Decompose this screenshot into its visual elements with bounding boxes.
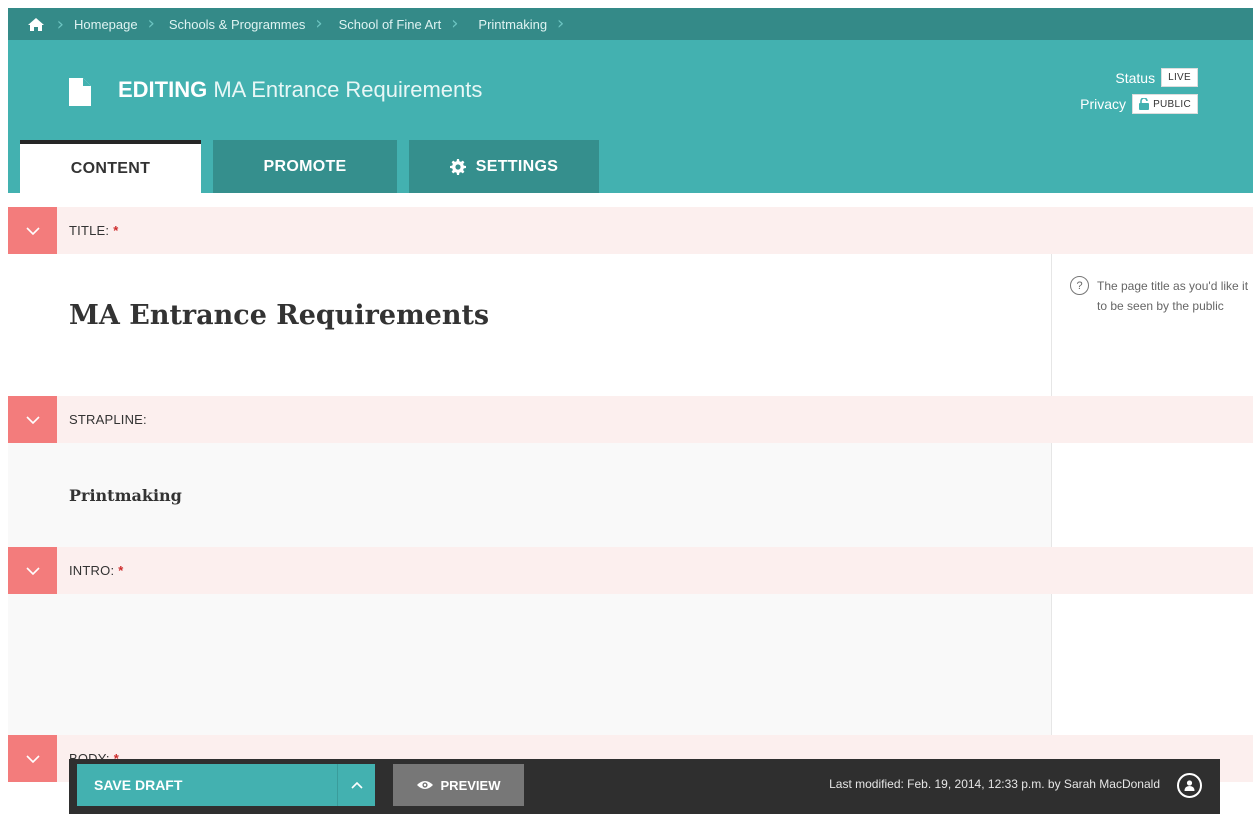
breadcrumb-label: Schools & Programmes [168, 16, 306, 32]
field-title-body: MA Entrance Requirements ? The page titl… [8, 254, 1253, 396]
status-badge[interactable]: LIVE [1161, 68, 1198, 87]
privacy-label: Privacy [1080, 96, 1127, 112]
privacy-value: PUBLIC [1153, 98, 1191, 110]
field-strapline-body: Printmaking [8, 443, 1253, 547]
collapse-toggle[interactable] [8, 207, 57, 254]
page-title: EDITING MA Entrance Requirements [118, 77, 482, 103]
tab-label: PROMOTE [263, 157, 347, 175]
preview-label: PREVIEW [440, 777, 501, 793]
field-help [1051, 594, 1253, 735]
action-bar: SAVE DRAFT PREVIEW Last modified: Feb. 1… [69, 759, 1220, 814]
collapse-toggle[interactable] [8, 547, 57, 594]
title-input[interactable]: MA Entrance Requirements [8, 254, 1051, 396]
home-link[interactable]: › [8, 8, 64, 40]
tab-content[interactable]: CONTENT [20, 140, 201, 193]
collapse-toggle[interactable] [8, 735, 57, 782]
privacy-badge[interactable]: PUBLIC [1132, 94, 1198, 114]
avatar[interactable] [1177, 773, 1202, 798]
breadcrumb-item-printmaking[interactable]: Printmaking › [478, 8, 574, 40]
field-help: ? The page title as you'd like it to be … [1051, 254, 1253, 396]
breadcrumb-item-fine-art[interactable]: School of Fine Art › [339, 8, 469, 40]
field-label: STRAPLINE: [69, 412, 147, 427]
strapline-value: Printmaking [69, 486, 182, 505]
help-icon: ? [1070, 276, 1089, 295]
chevron-down-icon [25, 566, 40, 575]
breadcrumb-item-homepage[interactable]: Homepage › [74, 8, 165, 40]
field-intro-body [8, 594, 1253, 735]
status-value: LIVE [1168, 72, 1191, 83]
breadcrumb-separator: › [315, 13, 323, 34]
collapse-toggle[interactable] [8, 396, 57, 443]
more-actions-toggle[interactable] [337, 764, 375, 806]
editing-prefix: EDITING [118, 77, 208, 102]
editing-title: MA Entrance Requirements [213, 77, 483, 102]
breadcrumb-separator: › [557, 13, 565, 34]
unlock-icon [1139, 98, 1150, 110]
help-text: The page title as you'd like it to be se… [1097, 279, 1249, 313]
tab-label: SETTINGS [475, 157, 559, 175]
breadcrumb-separator: › [451, 13, 459, 34]
preview-button[interactable]: PREVIEW [393, 764, 524, 806]
document-icon [69, 78, 91, 106]
save-draft-button[interactable]: SAVE DRAFT [77, 764, 337, 806]
save-draft-label: SAVE DRAFT [94, 777, 183, 793]
tab-label: CONTENT [70, 159, 151, 177]
field-help [1051, 443, 1253, 547]
strapline-input[interactable]: Printmaking [8, 443, 1051, 547]
status-row: Status LIVE [1115, 68, 1198, 87]
user-icon [1184, 780, 1195, 791]
page-frame: › Homepage › Schools & Programmes › Scho… [8, 8, 1253, 814]
field-label: INTRO: * [69, 563, 124, 578]
breadcrumb-item-schools[interactable]: Schools & Programmes › [169, 8, 333, 40]
breadcrumb-label: Homepage [74, 16, 138, 32]
tab-settings[interactable]: SETTINGS [409, 140, 599, 193]
status-label: Status [1115, 69, 1156, 86]
chevron-down-icon [25, 415, 40, 424]
breadcrumb-separator: › [147, 13, 155, 34]
page-header: EDITING MA Entrance Requirements Status … [8, 40, 1253, 193]
breadcrumb-separator: › [56, 14, 64, 35]
field-title-header: TITLE: * [8, 207, 1253, 254]
field-label: TITLE: * [69, 223, 119, 238]
tab-promote[interactable]: PROMOTE [213, 140, 397, 193]
breadcrumb-label: Printmaking [478, 16, 548, 32]
field-intro-header: INTRO: * [8, 547, 1253, 594]
field-strapline-header: STRAPLINE: [8, 396, 1253, 443]
last-modified-text: Last modified: Feb. 19, 2014, 12:33 p.m.… [829, 777, 1160, 791]
chevron-down-icon [25, 754, 40, 763]
tab-bar: CONTENT PROMOTE SETTINGS [20, 140, 599, 193]
gear-icon [449, 158, 466, 175]
home-icon [28, 17, 44, 31]
intro-input[interactable] [8, 594, 1051, 735]
chevron-down-icon [25, 226, 40, 235]
privacy-row: Privacy PUBLIC [1080, 94, 1198, 114]
eye-icon [416, 781, 433, 789]
breadcrumb-label: School of Fine Art [338, 16, 442, 32]
title-value: MA Entrance Requirements [69, 300, 490, 331]
chevron-up-icon [350, 781, 363, 789]
breadcrumb: › Homepage › Schools & Programmes › Scho… [8, 8, 1253, 40]
